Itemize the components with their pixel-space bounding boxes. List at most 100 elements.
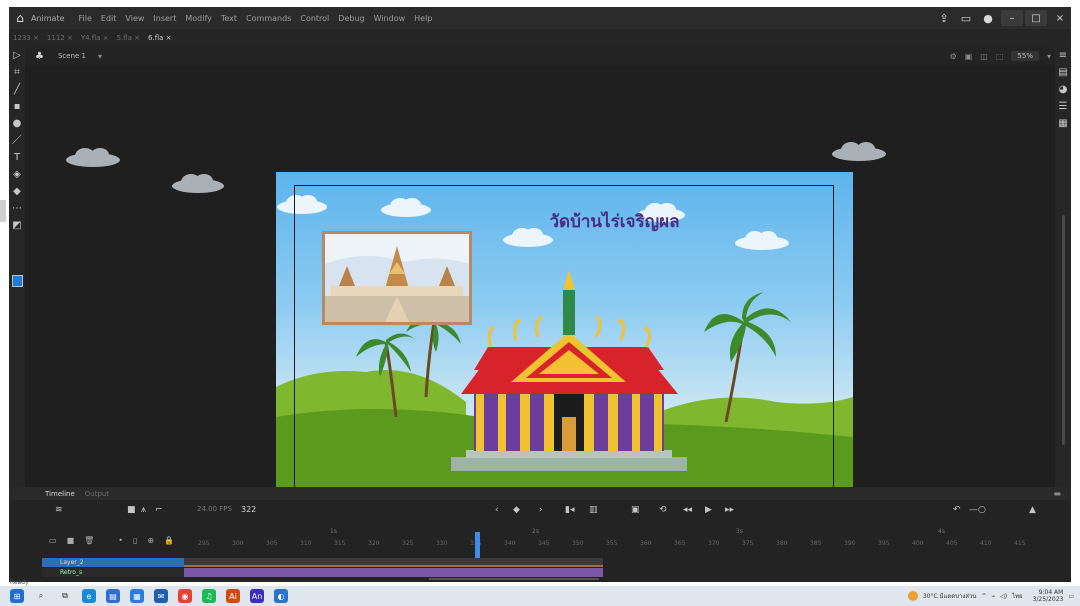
add-keyframe-icon[interactable]: ◆ [513,505,520,515]
new-layer-icon[interactable]: ▭ [49,536,57,545]
menu-debug[interactable]: Debug [338,14,364,23]
pasteboard[interactable]: วัดบ้านไร่เจริญผล [25,65,1065,551]
components-icon[interactable]: ▦ [1055,115,1071,132]
language-indicator[interactable]: ไทย [1012,591,1023,601]
layer-stack-icon[interactable]: ≋ [55,505,63,515]
outline-icon[interactable]: ⊕ [147,536,154,545]
edge-browser-icon[interactable]: e [82,589,96,603]
menu-text[interactable]: Text [221,14,237,23]
next-keyframe-icon[interactable]: › [539,505,543,515]
doc-tab[interactable]: 5.fla × [117,34,140,42]
expand-timeline-icon[interactable]: ▲ [1029,505,1036,515]
fps-display[interactable]: 24.00 FPS [197,505,232,513]
search-icon[interactable]: ⌕ [34,589,48,603]
fill-color-swatch[interactable] [12,275,23,287]
minimize-button[interactable]: – [1001,10,1023,26]
layer-row[interactable]: Retro_s [42,568,184,577]
menu-window[interactable]: Window [374,14,406,23]
onion-skin-icon[interactable]: ▣ [631,505,640,515]
store-icon[interactable]: ▦ [130,589,144,603]
spotify-icon[interactable]: ♫ [202,589,216,603]
illustrator-icon[interactable]: Ai [226,589,240,603]
zoom-chevron-icon[interactable]: ▾ [1047,52,1051,61]
align-icon[interactable]: ☰ [1055,98,1071,115]
new-folder-icon[interactable]: ■ [67,536,75,545]
loop-icon[interactable]: ⟲ [659,505,667,515]
menu-control[interactable]: Control [300,14,329,23]
doc-tab[interactable]: 1112 × [47,34,73,42]
close-button[interactable]: × [1049,10,1071,26]
frame-zoom-slider[interactable]: —○ [969,505,986,515]
zoom-select[interactable]: 55% [1011,51,1039,61]
layer-name[interactable]: Layer_2 [42,558,184,567]
paint-bucket-icon[interactable]: ◈ [9,166,25,183]
animate-icon[interactable]: An [250,589,264,603]
temple-photo[interactable] [322,231,472,325]
menu-file[interactable]: File [79,14,92,23]
doc-tab-active[interactable]: 6.fla × [148,34,171,42]
eyedropper-icon[interactable]: ◆ [9,183,25,200]
camera-icon[interactable]: ■ [127,505,136,515]
layer-frame-span[interactable] [184,568,603,577]
show-hide-icon[interactable]: ▯ [133,536,137,545]
weather-icon[interactable] [907,591,918,601]
insert-frame-icon[interactable]: ▮◂ [565,505,574,515]
step-forward-icon[interactable]: ▸▸ [725,505,734,515]
chrome-icon[interactable]: ◉ [178,589,192,603]
more-tools-icon[interactable]: ⋯ [9,200,25,217]
menu-help[interactable]: Help [414,14,432,23]
share-icon[interactable]: ⇪ [933,7,955,29]
scene-label[interactable]: Scene 1 [58,52,86,60]
parent-icon[interactable]: ⩚ [141,505,146,515]
menu-view[interactable]: View [125,14,144,23]
lock-icon[interactable]: 🔒 [164,536,174,545]
workspace-icon[interactable]: ▭ [955,7,977,29]
stage[interactable]: วัดบ้านไร่เจริญผล [276,172,853,499]
library-icon[interactable]: ▤ [1055,64,1071,81]
highlight-icon[interactable]: • [118,536,123,545]
rectangle-tool-icon[interactable]: ▪ [9,98,25,115]
doc-tab[interactable]: Y4.fla × [81,34,109,42]
current-frame[interactable]: 322 [241,505,256,514]
frame-ruler[interactable]: 1s 2s 3s 4s 295 300 305 310 315 320 325 … [184,522,1064,552]
line-tool-icon[interactable]: ／ [9,132,25,149]
fit-icon[interactable]: ⬚ [996,52,1004,61]
file-explorer-icon[interactable]: ▤ [106,589,120,603]
remove-frame-icon[interactable]: ▥ [589,505,598,515]
photos-icon[interactable]: ◐ [274,589,288,603]
tab-timeline[interactable]: Timeline [45,490,75,498]
undo-zoom-icon[interactable]: ↶ [953,505,961,515]
play-icon[interactable]: ▶ [705,505,712,515]
mail-icon[interactable]: ✉ [154,589,168,603]
properties-icon[interactable]: ≡ [1055,47,1071,64]
tab-output[interactable]: Output [85,490,109,498]
delete-layer-icon[interactable]: 🗑 [84,536,94,545]
subselection-tool-icon[interactable]: ⌗ [9,64,25,81]
windows-start-icon[interactable]: ⊞ [10,589,24,603]
menu-insert[interactable]: Insert [153,14,176,23]
clip-icon[interactable]: ◫ [980,52,988,61]
menu-modify[interactable]: Modify [185,14,212,23]
task-view-icon[interactable]: ⧉ [58,589,72,603]
edit-symbol-icon[interactable]: ▣ [965,52,973,61]
notifications-icon[interactable]: ▭ [1068,593,1074,600]
layer-row[interactable]: Layer_2 [42,558,184,567]
settings-icon[interactable]: ● [977,7,999,29]
maximize-button[interactable]: □ [1025,10,1047,26]
playhead[interactable] [475,532,480,558]
assets-icon[interactable]: ◕ [1055,81,1071,98]
text-tool-icon[interactable]: T [9,149,25,166]
doc-tab[interactable]: 1233 × [13,34,39,42]
selection-tool-icon[interactable]: ▷ [9,47,25,64]
layer-frame-span[interactable] [184,558,603,567]
home-icon[interactable]: ⌂ [9,7,31,29]
snap-icon[interactable]: ⚙ [950,52,957,61]
menu-edit[interactable]: Edit [101,14,117,23]
oval-tool-icon[interactable]: ● [9,115,25,132]
ease-icon[interactable]: ⌐ [155,505,163,515]
stroke-color-icon[interactable]: ◩ [9,217,25,234]
menu-commands[interactable]: Commands [246,14,291,23]
vertical-scrollbar[interactable] [1062,215,1065,445]
weather-text[interactable]: 30°C มีแดดบางส่วน [923,591,977,601]
scene-dropdown-icon[interactable]: ▾ [98,52,102,61]
